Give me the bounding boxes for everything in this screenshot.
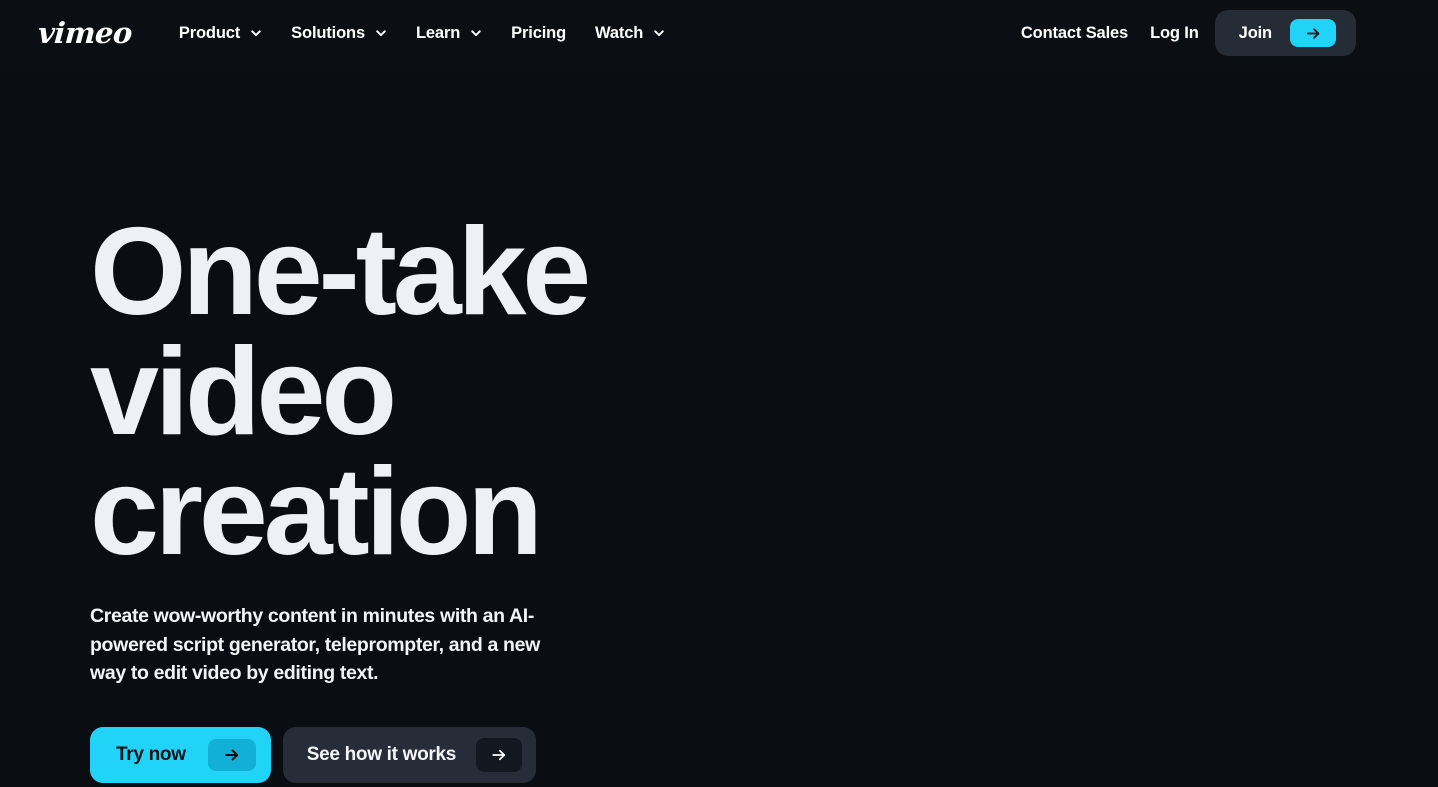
chevron-down-icon — [250, 27, 262, 39]
nav-right-group: Contact Sales Log In Join — [1021, 10, 1356, 56]
join-button[interactable]: Join — [1214, 10, 1356, 56]
nav-item-product[interactable]: Product — [179, 19, 262, 48]
try-now-button-label: Try now — [116, 744, 186, 765]
vimeo-logo-icon[interactable]: vimeo — [37, 16, 133, 50]
try-now-button[interactable]: Try now — [90, 726, 271, 783]
nav-item-label: Learn — [415, 23, 461, 42]
nav-item-label: Product — [178, 23, 241, 42]
nav-item-label: Solutions — [291, 23, 365, 42]
hero-subtitle: Create wow-worthy content in minutes wit… — [90, 605, 540, 684]
join-button-label: Join — [1238, 23, 1272, 42]
arrow-right-icon — [1290, 19, 1336, 47]
nav-item-learn[interactable]: Learn — [416, 19, 482, 48]
primary-nav: Product Solutions Learn Pricing Watch — [179, 19, 665, 48]
nav-item-label: Pricing — [511, 23, 567, 42]
nav-item-solutions[interactable]: Solutions — [291, 19, 387, 48]
log-in-link[interactable]: Log In — [1150, 25, 1199, 42]
page-root: vimeo Product Solutions Learn Pricing Wa… — [0, 0, 1438, 787]
hero-section: One-take video creation Create wow-worth… — [90, 66, 790, 783]
see-how-it-works-button[interactable]: See how it works — [282, 726, 537, 783]
chevron-down-icon — [470, 27, 482, 39]
nav-item-label: Watch — [595, 23, 644, 42]
contact-sales-link[interactable]: Contact Sales — [1021, 25, 1128, 42]
page-title: One-take video creation — [90, 203, 591, 581]
site-header: vimeo Product Solutions Learn Pricing Wa… — [0, 0, 1438, 66]
hero-cta-group: Try now See how it works — [90, 688, 790, 783]
see-how-it-works-button-label: See how it works — [306, 744, 457, 765]
nav-item-watch[interactable]: Watch — [595, 19, 665, 48]
chevron-down-icon — [375, 27, 387, 39]
nav-item-pricing[interactable]: Pricing — [511, 19, 566, 48]
chevron-down-icon — [653, 27, 665, 39]
nav-left-group: vimeo Product Solutions Learn Pricing Wa… — [37, 16, 665, 50]
arrow-right-icon — [476, 737, 523, 772]
arrow-right-icon — [207, 738, 256, 771]
